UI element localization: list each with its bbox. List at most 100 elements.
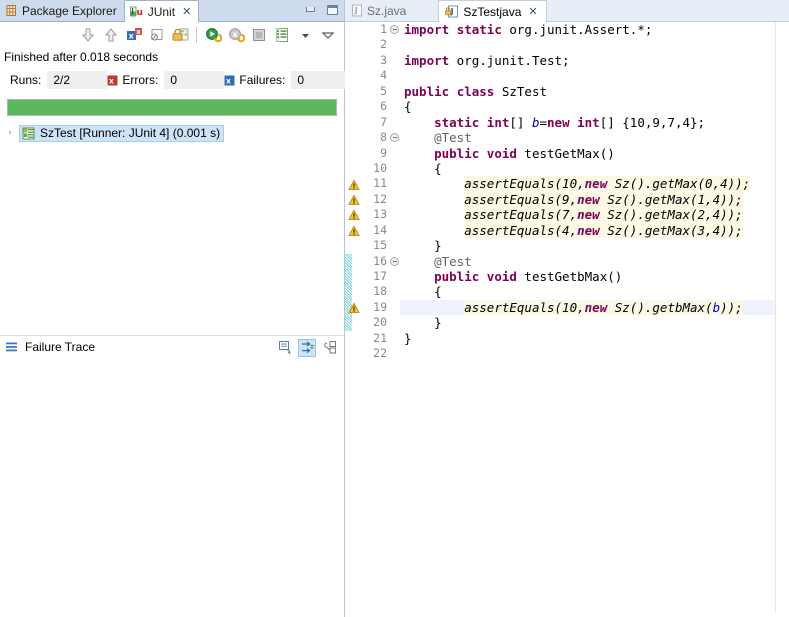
failure-trace-title: Failure Trace (25, 340, 96, 354)
code-line[interactable]: assertEquals(10,new Sz().getMax(0,4)); (404, 176, 775, 192)
code-line[interactable] (404, 346, 775, 361)
folding-ruler[interactable] (389, 22, 400, 617)
tab-package-explorer[interactable]: Package Explorer (0, 0, 124, 21)
overview-ruler[interactable] (775, 22, 789, 617)
fold-collapse-icon[interactable] (390, 25, 399, 34)
change-bar (345, 253, 352, 270)
test-suite-icon (22, 127, 36, 140)
toolbar-separator (196, 27, 197, 43)
test-run-history-button[interactable] (272, 25, 292, 45)
rerun-icon (205, 28, 222, 43)
tree-item-label: SzTest [Runner: JUnit 4] (0.001 s) (40, 126, 221, 140)
test-progress-bar (7, 99, 337, 116)
fold-collapse-icon[interactable] (390, 133, 399, 143)
change-bar (345, 269, 352, 285)
junit-view-panel: Package Explorer J u JUnit ✕ x x x Finis… (0, 0, 352, 617)
code-line[interactable]: import org.junit.Test; (404, 53, 775, 68)
svg-text:u: u (136, 8, 142, 18)
line-number: 7 (380, 114, 387, 129)
code-line[interactable]: } (404, 315, 775, 330)
failure-trace-content[interactable] (0, 358, 344, 407)
line-number: 1 (380, 22, 387, 36)
tree-item-sztest[interactable]: SzTest [Runner: JUnit 4] (0.001 s) (19, 124, 225, 142)
previous-failed-test-button[interactable] (101, 25, 121, 45)
minimize-icon[interactable] (304, 4, 317, 16)
line-number: 12 (373, 191, 387, 206)
code-line[interactable]: } (404, 238, 775, 253)
warning-marker-icon[interactable] (348, 194, 360, 206)
svg-text:x: x (136, 28, 141, 36)
lock-icon (172, 28, 188, 41)
ignored-filter-icon (151, 29, 163, 41)
tab-sztest-java[interactable]: J SzTestjava ✕ (438, 0, 547, 22)
line-number: 17 (373, 269, 387, 283)
maximize-icon[interactable] (326, 4, 339, 16)
warning-marker-icon[interactable] (348, 209, 360, 221)
close-icon[interactable]: ✕ (182, 6, 191, 17)
tab-label: Sz.java (367, 3, 407, 18)
next-failed-test-button[interactable] (78, 25, 98, 45)
java-file-icon: J (351, 4, 363, 17)
code-line[interactable]: public void testGetbMax() (404, 269, 775, 284)
test-progress-fill (8, 100, 336, 115)
failure-icon: x (224, 75, 235, 86)
code-line[interactable]: assertEquals(9,new Sz().getMax(1,4)); (404, 191, 775, 207)
failure-trace-menu-button[interactable] (320, 339, 338, 357)
filter-icon (301, 341, 313, 354)
source-code-area[interactable]: import static org.junit.Assert.*; import… (400, 22, 775, 617)
code-line[interactable]: assertEquals(4,new Sz().getMax(3,4)); (404, 222, 775, 238)
view-menu-button[interactable] (318, 25, 338, 45)
code-line[interactable]: @Test (404, 130, 775, 145)
code-line[interactable] (404, 37, 775, 52)
code-line[interactable]: public class SzTest (404, 84, 775, 99)
failures-value: 0 (291, 71, 352, 89)
history-icon (276, 28, 288, 42)
view-menu-icon (321, 31, 335, 39)
line-number: 14 (373, 222, 387, 237)
rerun-failures-icon: x (228, 28, 245, 43)
code-line[interactable]: { (404, 161, 775, 176)
code-line[interactable]: assertEquals(7,new Sz().getMax(2,4)); (404, 207, 775, 223)
code-line[interactable]: { (404, 99, 775, 114)
test-results-tree[interactable]: › SzTest [Runner: JUnit 4] (0.001 s) (0, 116, 344, 335)
line-number: 10 (373, 160, 387, 175)
fold-collapse-icon[interactable] (390, 256, 399, 266)
rerun-test-button[interactable] (203, 25, 223, 45)
code-line[interactable]: public void testGetMax() (404, 146, 775, 161)
tree-row[interactable]: › SzTest [Runner: JUnit 4] (0.001 s) (0, 124, 344, 142)
junit-counter-panel: Runs: 2/2 x Errors: 0 x Failures: 0 (0, 68, 352, 92)
code-line[interactable] (404, 68, 775, 83)
failure-trace-icon (5, 341, 19, 353)
warning-marker-icon[interactable] (348, 225, 360, 237)
line-number: 15 (373, 238, 387, 253)
close-icon[interactable]: ✕ (528, 6, 537, 17)
java-file-locked-icon: J (445, 5, 459, 18)
line-number: 13 (373, 207, 387, 222)
code-line[interactable]: @Test (404, 254, 775, 269)
warning-marker-icon[interactable] (348, 302, 360, 314)
line-number: 19 (373, 299, 387, 314)
tab-junit[interactable]: J u JUnit ✕ (123, 0, 200, 22)
rerun-failures-first-button[interactable]: x (226, 25, 246, 45)
history-dropdown-button[interactable] (295, 25, 315, 45)
show-failures-only-button[interactable]: x x (124, 25, 144, 45)
compare-result-button[interactable] (276, 339, 294, 357)
editor-body[interactable]: 1 2 3 4 5 6 7 8 9 10 11 12 13 14 15 16 17 18 19 20 21 22 impo… (345, 22, 789, 617)
svg-text:x: x (109, 76, 114, 85)
scroll-lock-button[interactable] (170, 25, 190, 45)
code-line[interactable]: { (404, 284, 775, 299)
tab-sz-java[interactable]: J Sz.java (345, 0, 414, 21)
code-line[interactable]: static int[] b=new int[] {10,9,7,4}; (404, 115, 775, 130)
errors-value: 0 (164, 71, 225, 89)
show-ignored-only-button[interactable] (147, 25, 167, 45)
line-number: 5 (380, 83, 387, 98)
filter-stack-trace-button[interactable] (298, 338, 316, 357)
stop-test-run-button[interactable] (249, 25, 269, 45)
annotation-ruler[interactable] (345, 22, 363, 617)
expand-arrow-icon[interactable]: › (4, 127, 16, 139)
code-line[interactable]: } (404, 331, 775, 346)
warning-marker-icon[interactable] (348, 178, 360, 191)
code-line[interactable]: assertEquals(10,new Sz().getbMax(b)); (404, 299, 775, 316)
code-line[interactable]: import static org.junit.Assert.*; (404, 22, 775, 37)
svg-text:x: x (232, 30, 238, 39)
